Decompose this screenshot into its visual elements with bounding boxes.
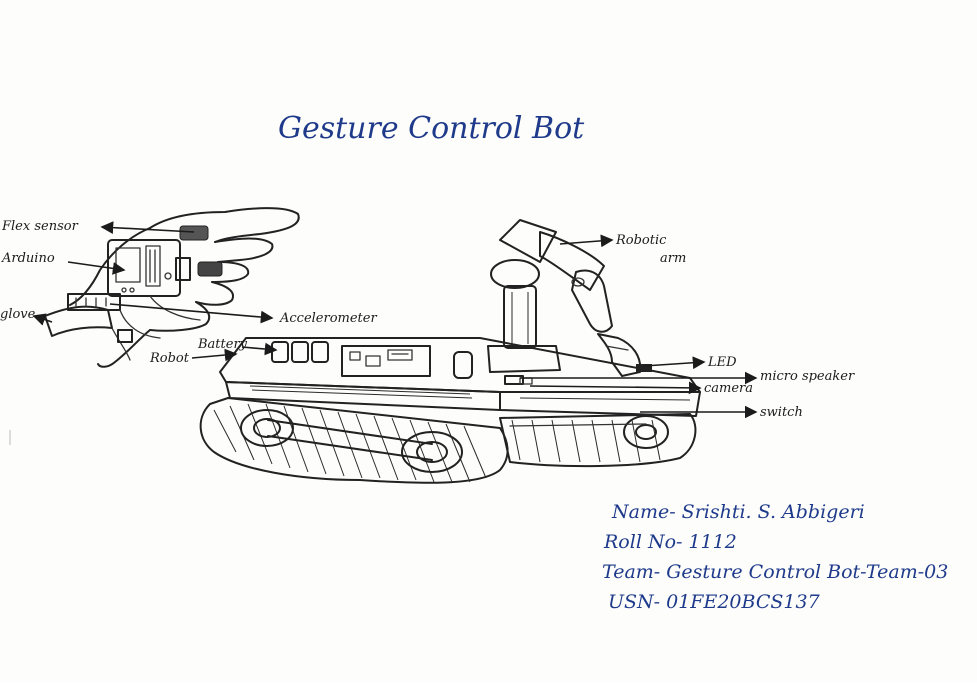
sketch-sheet: Gesture Control Bot Flex sensor Arduino … — [0, 0, 977, 682]
label-battery: Battery — [197, 337, 248, 352]
student-info: Name- Srishti. S. Abbigeri Roll No- 1112… — [602, 501, 948, 613]
label-camera: camera — [704, 381, 753, 396]
label-robot: Robot — [149, 351, 190, 366]
label-led: LED — [707, 355, 737, 370]
label-glove: glove — [0, 307, 36, 322]
label-micro-speaker: micro speaker — [760, 369, 855, 384]
page-title: Gesture Control Bot — [278, 111, 585, 146]
label-robotic-arm-line2: arm — [660, 251, 686, 266]
info-roll: Roll No- 1112 — [603, 531, 737, 553]
label-accelerometer: Accelerometer — [279, 311, 377, 326]
label-robotic-arm-line1: Robotic — [615, 233, 667, 248]
label-arduino: Arduino — [1, 251, 55, 266]
info-name: Name- Srishti. S. Abbigeri — [611, 501, 865, 523]
info-team: Team- Gesture Control Bot-Team-03 — [602, 561, 948, 583]
info-usn: USN- 01FE20BCS137 — [608, 591, 821, 613]
hand-glove — [44, 207, 300, 368]
tracks — [199, 397, 697, 484]
label-switch: switch — [760, 405, 803, 420]
diagram-canvas: Gesture Control Bot Flex sensor Arduino … — [0, 111, 948, 613]
label-flex-sensor: Flex sensor — [1, 219, 79, 234]
